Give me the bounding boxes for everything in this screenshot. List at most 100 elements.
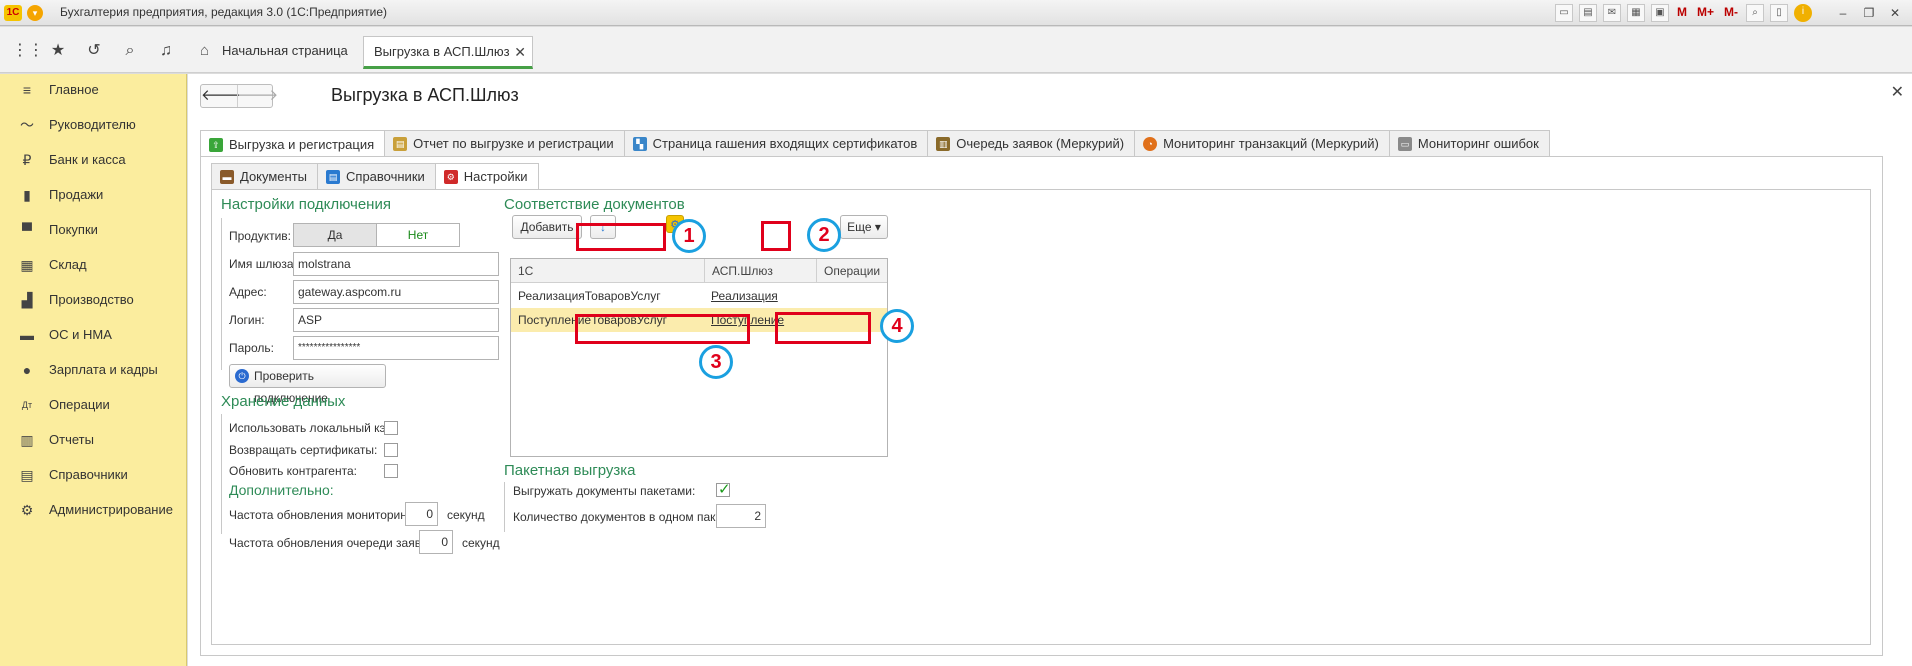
sidebar-item-fixed-assets[interactable]: ▬ ОС и НМА bbox=[0, 321, 187, 349]
table-cell-1c: РеализацияТоваровУслуг bbox=[518, 289, 661, 303]
return-certs-checkbox[interactable] bbox=[384, 443, 398, 457]
certificate-icon: ▚ bbox=[632, 136, 647, 151]
calculator-icon[interactable]: ▣ bbox=[1650, 4, 1669, 22]
mail-icon[interactable]: ✉ bbox=[1602, 4, 1621, 22]
tab-settings[interactable]: ⚙ Настройки bbox=[434, 163, 539, 190]
tab-catalogs[interactable]: ▤ Справочники bbox=[317, 163, 436, 189]
memory-mplus-button[interactable]: M+ bbox=[1695, 4, 1716, 22]
minimize-icon[interactable]: – bbox=[1832, 4, 1854, 22]
productive-yes-option[interactable]: Да bbox=[294, 224, 376, 246]
local-cache-checkbox[interactable] bbox=[384, 421, 398, 435]
sidebar-item-production[interactable]: ▟ Производство bbox=[0, 286, 187, 314]
batch-count-field[interactable]: 2 bbox=[716, 504, 766, 528]
annotation-box-add bbox=[576, 223, 666, 251]
annotation-circle-2: 2 bbox=[807, 218, 841, 252]
check-connection-button[interactable]: ⏻ Проверить подключение bbox=[229, 364, 386, 405]
settings-panel: Настройки подключения Продуктив: Да Нет … bbox=[211, 189, 1871, 645]
sidebar-item-sales[interactable]: ▮ Продажи bbox=[0, 181, 187, 209]
batch-group-border bbox=[504, 482, 505, 532]
truck-icon: ▬ bbox=[20, 327, 34, 343]
calendar-icon[interactable]: ▦ bbox=[1626, 4, 1645, 22]
batch-export-title: Пакетная выгрузка bbox=[504, 462, 636, 479]
column-asp-gateway: АСП.Шлюз bbox=[704, 259, 816, 283]
sidebar-item-reports[interactable]: ▥ Отчеты bbox=[0, 426, 187, 454]
tab-asp-gateway-export[interactable]: Выгрузка в АСП.Шлюз ✕ bbox=[363, 36, 533, 69]
address-field[interactable]: gateway.aspcom.ru bbox=[293, 280, 499, 304]
book-icon: ▤ bbox=[20, 467, 34, 483]
tab-certificate-redemption[interactable]: ▚ Страница гашения входящих сертификатов bbox=[623, 130, 929, 156]
sidebar-item-catalogs[interactable]: ▤ Справочники bbox=[0, 461, 187, 489]
pie-chart-icon: ◔ bbox=[1143, 136, 1158, 151]
top-navigation-bar: ⋮⋮ ★ ↺ ⌕ ♫ ⌂ Начальная страница Выгрузка… bbox=[0, 27, 1912, 73]
sidebar-item-administration[interactable]: ⚙ Администрирование bbox=[0, 496, 187, 524]
save-icon[interactable]: ▭ bbox=[1554, 4, 1573, 22]
sidebar-item-operations[interactable]: Дт Операции bbox=[0, 391, 187, 419]
search-icon[interactable]: ⌕ bbox=[120, 41, 140, 61]
queue-freq-label: Частота обновления очереди заявок: bbox=[229, 536, 437, 550]
password-field[interactable]: **************** bbox=[293, 336, 499, 360]
tab-request-queue[interactable]: ▥ Очередь заявок (Меркурий) bbox=[927, 130, 1136, 156]
annotation-box-1c-cell bbox=[575, 314, 750, 344]
catalog-icon: ▤ bbox=[326, 169, 341, 184]
update-contractor-checkbox[interactable] bbox=[384, 464, 398, 478]
layout-icon[interactable]: ▯ bbox=[1770, 4, 1788, 22]
batch-export-checkbox[interactable] bbox=[716, 480, 731, 498]
monitoring-seconds-label: секунд bbox=[447, 508, 485, 522]
monitoring-freq-field[interactable]: 0 bbox=[405, 502, 438, 526]
document-mapping-title: Соответствие документов bbox=[504, 196, 685, 213]
window-titlebar: 1С ▾ Бухгалтерия предприятия, редакция 3… bbox=[0, 0, 1912, 26]
tab-export-report[interactable]: ▤ Отчет по выгрузке и регистрации bbox=[384, 130, 625, 156]
sidebar-item-purchases[interactable]: ▀ Покупки bbox=[0, 216, 187, 244]
sidebar-item-main[interactable]: ≡ Главное bbox=[0, 76, 187, 104]
info-icon[interactable]: i bbox=[1794, 4, 1812, 22]
gear-icon: ⚙ bbox=[20, 502, 34, 518]
close-form-icon[interactable]: ✕ bbox=[1891, 82, 1904, 102]
main-menu-icon[interactable]: ▾ bbox=[27, 5, 43, 21]
sidebar-item-salary[interactable]: ● Зарплата и кадры bbox=[0, 356, 187, 384]
tab-export-registration[interactable]: ⇪ Выгрузка и регистрация bbox=[200, 130, 386, 158]
close-tab-icon[interactable]: ✕ bbox=[514, 37, 526, 67]
extra-title: Дополнительно: bbox=[229, 482, 334, 498]
gateway-field[interactable]: molstrana bbox=[293, 252, 499, 276]
annotation-box-settings bbox=[761, 221, 791, 251]
maximize-icon[interactable]: ❐ bbox=[1858, 4, 1880, 22]
login-field[interactable]: ASP bbox=[293, 308, 499, 332]
tab-documents[interactable]: ▬ Документы bbox=[211, 163, 319, 189]
tab-transaction-monitoring[interactable]: ◔ Мониторинг транзакций (Меркурий) bbox=[1134, 130, 1390, 156]
local-cache-label: Использовать локальный кэш: bbox=[229, 421, 399, 435]
add-button[interactable]: Добавить bbox=[512, 215, 582, 239]
more-button[interactable]: Еще ▾ bbox=[840, 215, 888, 239]
favorites-star-icon[interactable]: ★ bbox=[48, 41, 68, 61]
annotation-box-asp-cell bbox=[775, 312, 871, 344]
zoom-icon[interactable]: ⌕ bbox=[1746, 4, 1764, 22]
table-row[interactable]: РеализацияТоваровУслуг Реализация bbox=[511, 284, 887, 308]
history-icon[interactable]: ↺ bbox=[84, 41, 104, 61]
notifications-bell-icon[interactable]: ♫ bbox=[156, 41, 176, 61]
column-1c: 1С bbox=[518, 264, 534, 278]
gateway-label: Имя шлюза: bbox=[229, 257, 297, 271]
sidebar-item-warehouse[interactable]: ▦ Склад bbox=[0, 251, 187, 279]
queue-freq-field[interactable]: 0 bbox=[419, 530, 453, 554]
tab-error-monitoring[interactable]: ▭ Мониторинг ошибок bbox=[1388, 130, 1550, 156]
print-icon[interactable]: ▤ bbox=[1578, 4, 1597, 22]
tab-home[interactable]: ⌂ Начальная страница bbox=[192, 36, 362, 66]
home-icon: ⌂ bbox=[200, 42, 210, 59]
batch-count-label: Количество документов в одном пакете: bbox=[513, 510, 738, 524]
address-label: Адрес: bbox=[229, 285, 267, 299]
debit-credit-icon: Дт bbox=[21, 400, 33, 410]
apps-grid-icon[interactable]: ⋮⋮ bbox=[12, 41, 44, 61]
briefcase-icon: ▬ bbox=[220, 169, 234, 184]
close-window-icon[interactable]: ✕ bbox=[1884, 4, 1906, 22]
back-arrow-icon[interactable]: 🡐 bbox=[201, 85, 241, 107]
history-nav: 🡐 🡒 bbox=[200, 84, 278, 108]
sidebar-item-bank[interactable]: ₽ Банк и касса bbox=[0, 146, 187, 174]
memory-mminus-button[interactable]: M- bbox=[1722, 4, 1740, 22]
forward-arrow-icon[interactable]: 🡒 bbox=[237, 85, 278, 107]
sidebar-item-manager[interactable]: 〜 Руководителю bbox=[0, 111, 187, 139]
mapping-table-header: 1С АСП.Шлюз Операции bbox=[511, 259, 887, 283]
update-contractor-label: Обновить контрагента: bbox=[229, 464, 357, 478]
memory-m-button[interactable]: M bbox=[1675, 4, 1689, 22]
annotation-circle-3: 3 bbox=[699, 345, 733, 379]
table-cell-asp-link[interactable]: Реализация bbox=[704, 284, 816, 308]
productive-no-option[interactable]: Нет bbox=[376, 224, 459, 246]
